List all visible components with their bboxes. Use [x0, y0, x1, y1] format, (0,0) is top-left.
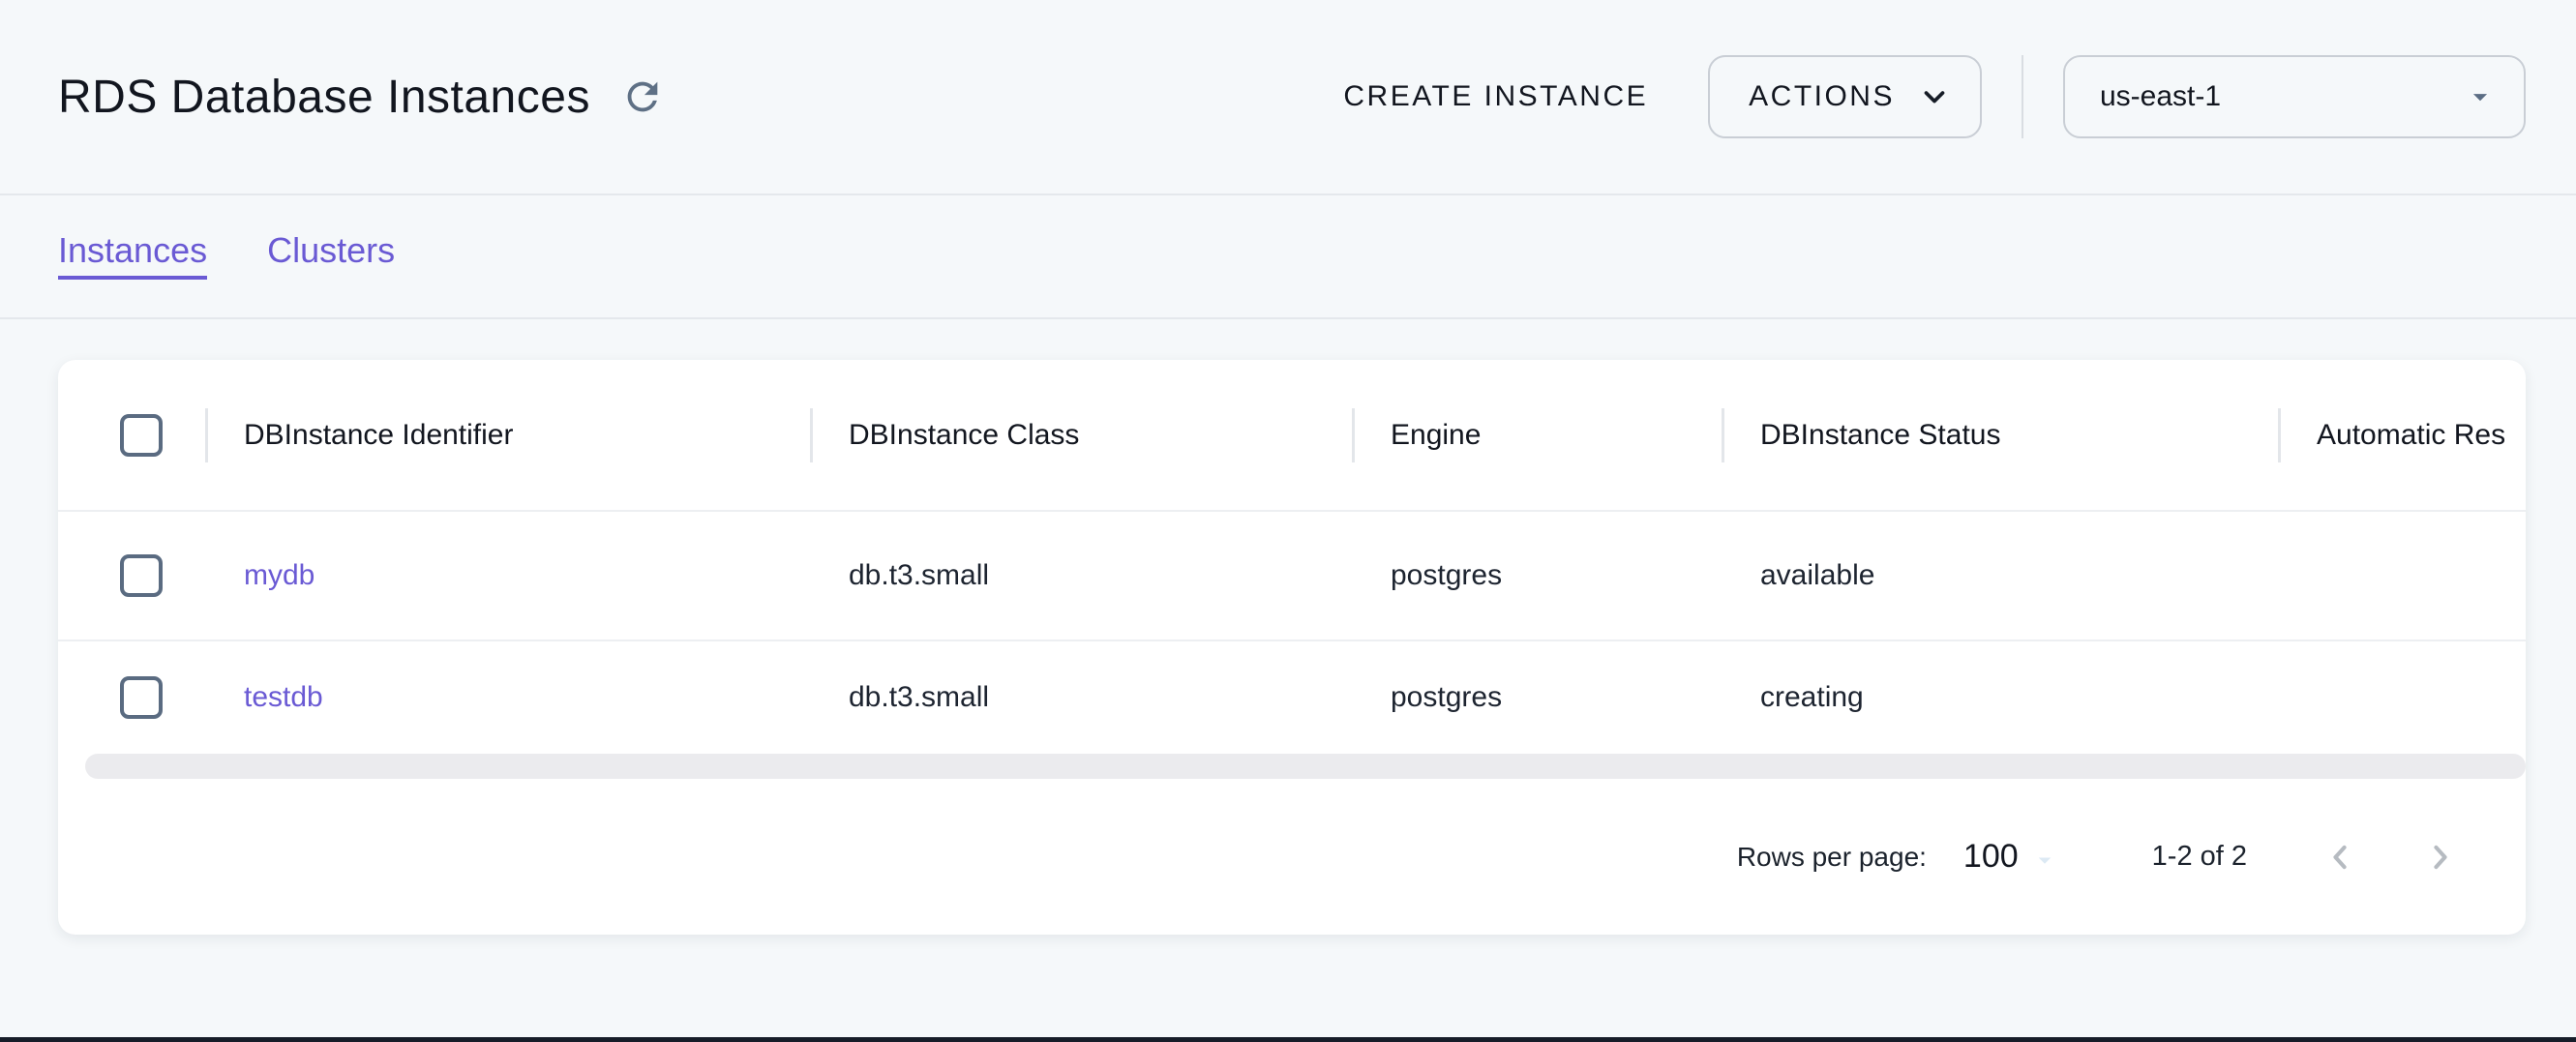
select-all-checkbox[interactable] — [120, 414, 163, 457]
region-select[interactable]: us-east-1 — [2063, 55, 2526, 138]
topbar: RDS Database Instances CREATE INSTANCE A… — [0, 0, 2576, 195]
cell-dbinstance-class: db.t3.small — [810, 681, 1352, 714]
page-title: RDS Database Instances — [58, 71, 590, 124]
instance-identifier-link[interactable]: mydb — [244, 559, 315, 591]
row-checkbox-cell — [58, 676, 205, 719]
instance-identifier-link[interactable]: testdb — [244, 681, 323, 713]
column-header-dbinstance-class: DBInstance Class — [810, 419, 1352, 452]
rows-per-page-caret-icon — [2030, 846, 2059, 875]
rows-per-page-select[interactable]: 100 — [1927, 838, 2059, 876]
row-checkbox-cell — [58, 554, 205, 597]
pagination-range: 1-2 of 2 — [2152, 841, 2247, 873]
actions-button-label: ACTIONS — [1749, 80, 1895, 113]
table-header-row: DBInstance Identifier DBInstance Class E… — [58, 360, 2526, 512]
refresh-icon — [620, 74, 665, 119]
column-header-automatic-res: Automatic Res — [2278, 419, 2526, 452]
chevron-right-icon — [2419, 836, 2462, 878]
column-header-dbinstance-identifier: DBInstance Identifier — [205, 419, 810, 452]
refresh-button[interactable] — [615, 70, 670, 124]
cell-dbinstance-class: db.t3.small — [810, 559, 1352, 592]
create-instance-button[interactable]: CREATE INSTANCE — [1343, 80, 1648, 113]
horizontal-scrollbar[interactable] — [85, 754, 2526, 779]
dropdown-caret-icon — [2464, 80, 2497, 113]
column-header-dbinstance-status: DBInstance Status — [1722, 419, 2278, 452]
chevron-left-icon — [2319, 836, 2361, 878]
instances-table-card: DBInstance Identifier DBInstance Class E… — [58, 360, 2526, 935]
toolbar-divider — [2022, 55, 2023, 138]
rows-per-page-label: Rows per page: — [1737, 842, 1927, 873]
actions-menu-button[interactable]: ACTIONS — [1708, 55, 1982, 138]
select-all-cell — [58, 414, 205, 457]
chevron-down-icon — [1918, 80, 1951, 113]
table-row: testdb db.t3.small postgres creating — [58, 641, 2526, 754]
row-checkbox[interactable] — [120, 676, 163, 719]
main-content: DBInstance Identifier DBInstance Class E… — [0, 319, 2576, 935]
previous-page-button[interactable] — [2317, 834, 2363, 880]
tab-instances[interactable]: Instances — [58, 233, 207, 280]
next-page-button[interactable] — [2417, 834, 2464, 880]
window-bottom-edge — [0, 1037, 2576, 1042]
column-header-engine: Engine — [1352, 419, 1722, 452]
table-row: mydb db.t3.small postgres available — [58, 512, 2526, 641]
tab-clusters[interactable]: Clusters — [267, 233, 395, 280]
cell-dbinstance-status: creating — [1722, 681, 2278, 714]
row-checkbox[interactable] — [120, 554, 163, 597]
tab-bar: Instances Clusters — [0, 195, 2576, 319]
cell-engine: postgres — [1352, 559, 1722, 592]
pagination-bar: Rows per page: 100 1-2 of 2 — [58, 779, 2526, 935]
region-select-value: us-east-1 — [2100, 80, 2221, 113]
rows-per-page-value: 100 — [1963, 838, 2019, 876]
cell-engine: postgres — [1352, 681, 1722, 714]
cell-dbinstance-status: available — [1722, 559, 2278, 592]
